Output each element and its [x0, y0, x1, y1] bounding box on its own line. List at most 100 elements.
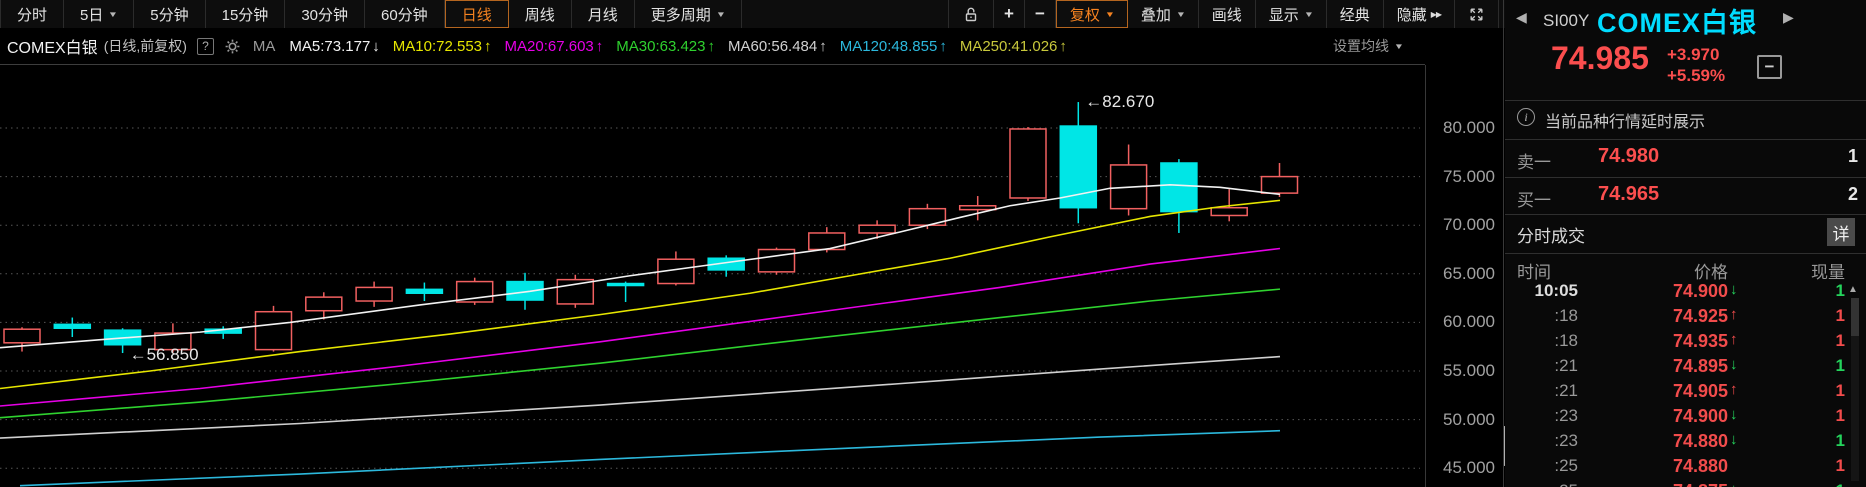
- zoom-in-button[interactable]: +: [994, 0, 1025, 28]
- arrow-up-icon: ↑: [939, 38, 947, 55]
- y-axis-label: 45.000: [1443, 458, 1495, 478]
- period-tab-label: 30分钟: [301, 4, 348, 25]
- tick-qty: 1: [1775, 431, 1845, 451]
- y-axis-label: 80.000: [1443, 118, 1495, 138]
- tick-qty: 1: [1775, 381, 1845, 401]
- period-tab-daily[interactable]: 日线: [445, 0, 509, 28]
- bid-label: 买一: [1517, 186, 1551, 211]
- bid-qty: 2: [1765, 184, 1858, 205]
- tick-time: :25: [1505, 456, 1578, 476]
- col-header-price: 价格: [1625, 258, 1728, 283]
- detail-button[interactable]: 详: [1827, 218, 1855, 246]
- arrow-up-icon: ↑: [708, 38, 716, 55]
- tick-row: :2574.875↓1: [1505, 481, 1858, 487]
- period-tab-60min[interactable]: 60分钟: [365, 0, 445, 28]
- tick-price: 74.900: [1605, 406, 1728, 427]
- ma-legend-ma10: MA10:72.553↑: [393, 38, 492, 55]
- ma-legend-ma20: MA20:67.603↑: [505, 38, 604, 55]
- y-axis-label: 55.000: [1443, 361, 1495, 381]
- candlestick-chart[interactable]: ←82.670←56.850: [0, 65, 1425, 487]
- symbol-code: SI00Y: [1543, 11, 1589, 31]
- chevron-down-icon: ▼: [108, 10, 118, 19]
- period-tab-label: 分时: [17, 4, 47, 25]
- period-tab-label: 更多周期: [651, 4, 711, 25]
- quote-panel: ◀ SI00Y COMEX白银 ▶ 74.985 +3.970 +5.59% −…: [1505, 0, 1866, 487]
- y-axis-label: 50.000: [1443, 410, 1495, 430]
- period-tab-15min[interactable]: 15分钟: [206, 0, 286, 28]
- minimize-button[interactable]: −: [1757, 55, 1782, 79]
- hide-button[interactable]: 隐藏 ▶▶: [1384, 0, 1455, 28]
- help-icon[interactable]: ?: [197, 38, 214, 55]
- arrow-down-icon: ↓: [1730, 406, 1748, 423]
- period-tab-5min[interactable]: 5分钟: [134, 0, 205, 28]
- display-button[interactable]: 显示 ▼: [1256, 0, 1327, 28]
- symbol-name: COMEX白银: [1597, 1, 1757, 40]
- period-tab-label: 月线: [588, 4, 618, 25]
- period-tab-weekly[interactable]: 周线: [509, 0, 572, 28]
- arrow-down-icon: ↓: [1730, 481, 1748, 487]
- arrow-down-icon: ↓: [1730, 431, 1748, 448]
- divider: [1505, 139, 1866, 140]
- ma-legend-ma5: MA5:73.177↓: [289, 38, 379, 55]
- draw-line-button[interactable]: 画线: [1199, 0, 1256, 28]
- ma-legend-items: MA5:73.177↓ MA10:72.553↑ MA20:67.603↑ MA30:…: [289, 38, 1079, 55]
- fuquan-button[interactable]: 复权 ▼: [1056, 0, 1128, 28]
- tick-time: :23: [1505, 406, 1578, 426]
- ma-legend-ma30: MA30:63.423↑: [616, 38, 715, 55]
- tick-time: :23: [1505, 431, 1578, 451]
- arrow-up-icon: ↑: [596, 38, 604, 55]
- period-tab-label: 周线: [525, 4, 555, 25]
- arrow-up-icon: ↑: [1730, 381, 1748, 398]
- fullscreen-icon[interactable]: [1455, 0, 1499, 28]
- tick-time: 10:05: [1505, 281, 1578, 301]
- double-arrow-icon: ▶▶: [1431, 10, 1441, 19]
- scroll-up-icon[interactable]: ▲: [1848, 284, 1858, 295]
- scrollbar[interactable]: [1851, 298, 1859, 481]
- period-tab-label: 日线: [462, 4, 492, 25]
- next-symbol-icon[interactable]: ▶: [1783, 9, 1794, 26]
- period-tab-30min[interactable]: 30分钟: [285, 0, 365, 28]
- tick-price: 74.895: [1605, 356, 1728, 377]
- scrollbar-thumb[interactable]: [1851, 298, 1859, 336]
- tick-time: :25: [1505, 481, 1578, 487]
- arrow-up-icon: ↑: [484, 38, 492, 55]
- period-tab-time-share[interactable]: 分时: [0, 0, 64, 28]
- ma-legend-ma60: MA60:56.484↑: [728, 38, 827, 55]
- period-tab-more-periods[interactable]: 更多周期 ▼: [635, 0, 742, 28]
- fuquan-label: 复权: [1070, 4, 1100, 25]
- ma-settings-button[interactable]: 设置均线 ▼: [1333, 28, 1403, 64]
- overlay-button[interactable]: 叠加 ▼: [1128, 0, 1199, 28]
- tick-price: 74.925: [1605, 306, 1728, 327]
- info-icon: i: [1517, 108, 1535, 126]
- tick-row: :1874.925↑1: [1505, 306, 1858, 331]
- chevron-down-icon: ▼: [1394, 42, 1404, 51]
- price-change: +3.970: [1667, 45, 1719, 65]
- lock-icon[interactable]: [948, 0, 994, 28]
- tick-price: 74.880: [1605, 431, 1728, 452]
- divider: [1505, 100, 1866, 101]
- symbol-subtitle: (日线,前复权): [104, 36, 187, 56]
- period-tab-label: 5分钟: [150, 4, 188, 25]
- arrow-up-icon: ↑: [819, 38, 827, 55]
- hide-label: 隐藏: [1397, 4, 1427, 25]
- prev-symbol-icon[interactable]: ◀: [1516, 9, 1527, 26]
- period-tab-label: 15分钟: [222, 4, 269, 25]
- ticks-title: 分时成交: [1517, 222, 1585, 247]
- tick-price: 74.900: [1605, 281, 1728, 302]
- chart-legend: COMEX白银 (日线,前复权) ? MA MA5:73.177↓MA10:72…: [0, 28, 1425, 64]
- period-tab-label: 5日: [80, 4, 103, 25]
- tick-price: 74.880: [1605, 456, 1728, 477]
- chevron-down-icon: ▼: [1176, 10, 1186, 19]
- gear-icon[interactable]: [224, 38, 241, 55]
- ma-legend-ma250: MA250:41.026↑: [960, 38, 1067, 55]
- period-tab-monthly[interactable]: 月线: [572, 0, 635, 28]
- period-tab-5day[interactable]: 5日 ▼: [64, 0, 134, 28]
- arrow-up-icon: ↑: [1059, 38, 1067, 55]
- chevron-down-icon: ▼: [716, 10, 726, 19]
- bid-price: 74.965: [1598, 183, 1659, 206]
- chevron-down-icon: ▼: [1304, 10, 1314, 19]
- classic-button[interactable]: 经典: [1327, 0, 1384, 28]
- divider: [1505, 177, 1866, 178]
- zoom-out-button[interactable]: −: [1025, 0, 1056, 28]
- ma-legend-ma120: MA120:48.855↑: [840, 38, 947, 55]
